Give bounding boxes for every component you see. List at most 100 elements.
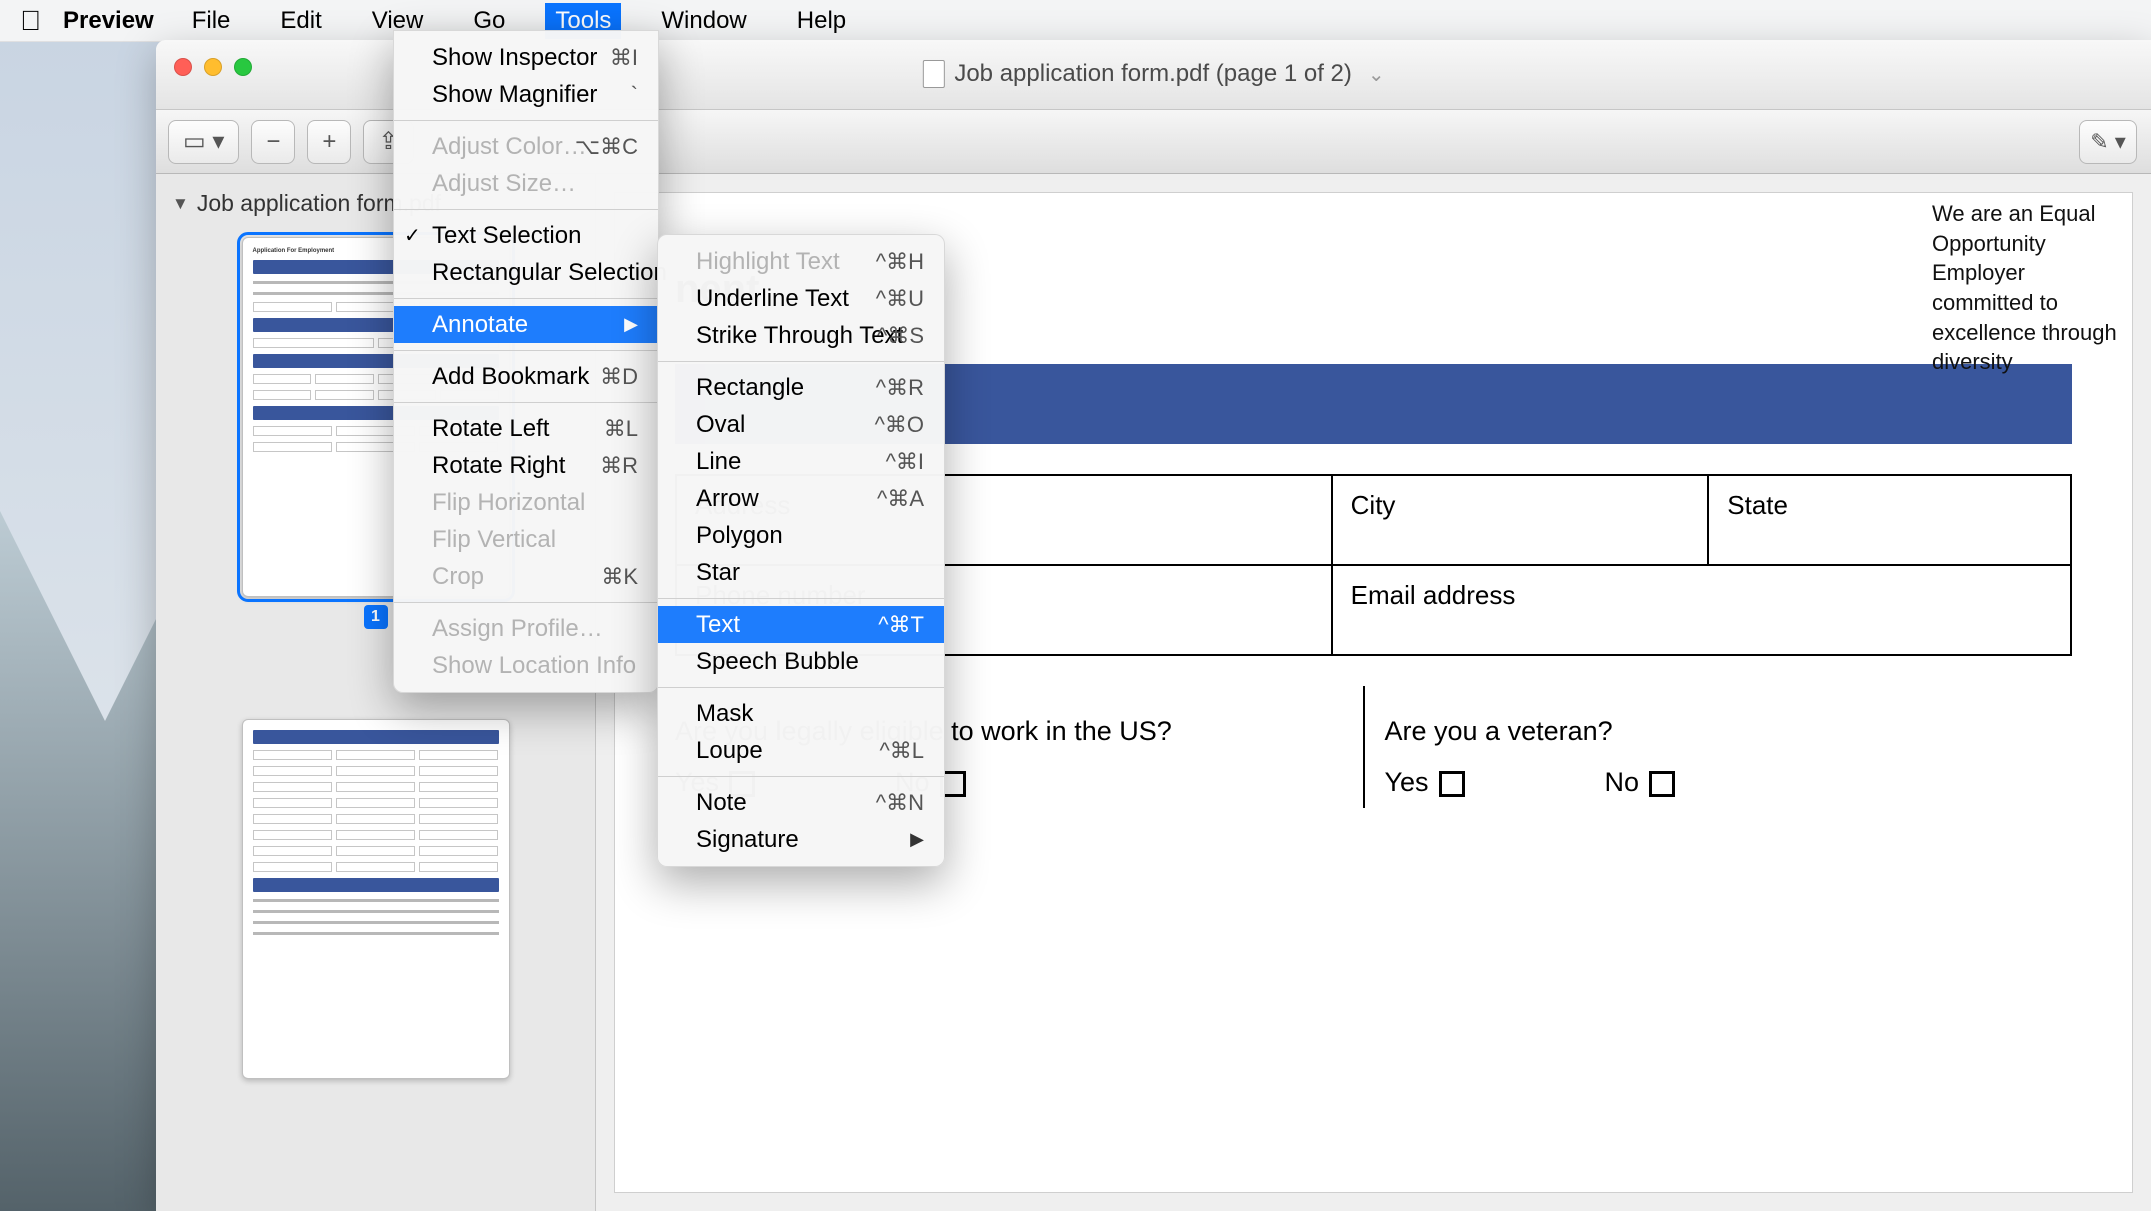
close-button[interactable] xyxy=(174,58,192,76)
menu-item-label: Line xyxy=(696,448,741,476)
submenu-arrow-icon: ▶ xyxy=(624,314,638,335)
annotate-menu-item-oval[interactable]: Oval ^⌘O xyxy=(658,406,944,443)
minimize-button[interactable] xyxy=(204,58,222,76)
menu-item-label: Crop xyxy=(432,563,484,591)
shortcut-label: ^⌘H xyxy=(876,249,924,275)
app-name[interactable]: Preview xyxy=(63,7,154,35)
menu-item-label: Add Bookmark xyxy=(432,363,589,391)
window-title[interactable]: Job application form.pdf (page 1 of 2) ⌄ xyxy=(922,60,1384,88)
shortcut-label: ^⌘A xyxy=(877,486,924,512)
menu-item-label: Assign Profile… xyxy=(432,615,603,643)
menu-item-label: Mask xyxy=(696,700,753,728)
annotate-menu-item-speech-bubble[interactable]: Speech Bubble xyxy=(658,643,944,680)
shortcut-label: ⌥⌘C xyxy=(575,134,638,160)
window-title-text: Job application form.pdf (page 1 of 2) xyxy=(954,60,1352,88)
tools-menu: Show Inspector ⌘I Show Magnifier ` Adjust Co… xyxy=(393,30,659,693)
shortcut-label: ⌘K xyxy=(601,564,638,590)
menu-item-label: Rectangular Selection xyxy=(432,259,667,287)
shortcut-label: ^⌘S xyxy=(877,323,924,349)
annotate-menu-item-arrow[interactable]: Arrow ^⌘A xyxy=(658,480,944,517)
shortcut-label: ⌘R xyxy=(600,453,638,479)
annotate-menu-item-text[interactable]: Text ^⌘T xyxy=(658,606,944,643)
page-badge-1: 1 xyxy=(364,605,388,629)
menu-item-label: Highlight Text xyxy=(696,248,840,276)
menu-item-label: Arrow xyxy=(696,485,759,513)
page-thumbnail-2[interactable] xyxy=(242,719,510,1079)
tools-menu-item-show-magnifier[interactable]: Show Magnifier ` xyxy=(394,76,658,113)
tools-menu-item-annotate[interactable]: Annotate ▶ xyxy=(394,306,658,343)
menu-item-label: Rotate Right xyxy=(432,452,565,480)
menubar-item-file[interactable]: File xyxy=(182,3,241,39)
menu-item-label: Annotate xyxy=(432,311,528,339)
menu-item-label: Rotate Left xyxy=(432,415,549,443)
menu-item-label: Text xyxy=(696,611,740,639)
shortcut-label: ⌘L xyxy=(604,416,638,442)
markup-toolbar-button[interactable]: ✎ ▾ xyxy=(2079,120,2137,164)
shortcut-label: ⌘D xyxy=(600,364,638,390)
traffic-lights xyxy=(174,58,252,76)
menu-item-label: Underline Text xyxy=(696,285,849,313)
shortcut-label: ⌘I xyxy=(610,45,638,71)
shortcut-label: ^⌘T xyxy=(878,612,924,638)
apple-menu-icon[interactable]:  xyxy=(20,5,41,37)
eql-opportunity-text: We are an Equal Opportunity Employer com… xyxy=(1932,199,2132,377)
annotate-menu-item-star[interactable]: Star xyxy=(658,554,944,591)
tools-menu-item-assign-profile: Assign Profile… xyxy=(394,610,658,647)
tools-menu-item-rectangular-selection[interactable]: Rectangular Selection xyxy=(394,254,658,291)
tools-menu-item-crop: Crop ⌘K xyxy=(394,558,658,595)
checkbox-veteran-no[interactable] xyxy=(1649,771,1675,797)
menu-item-label: Loupe xyxy=(696,737,763,765)
zoom-out-button[interactable]: − xyxy=(251,120,295,164)
shortcut-label: ^⌘N xyxy=(876,790,924,816)
menu-item-label: Show Magnifier xyxy=(432,81,597,109)
shortcut-label: ` xyxy=(631,82,638,108)
annotate-menu-item-rectangle[interactable]: Rectangle ^⌘R xyxy=(658,369,944,406)
tools-menu-item-adjust-size: Adjust Size… xyxy=(394,165,658,202)
field-label-state: State xyxy=(1708,475,2071,565)
tools-menu-item-show-inspector[interactable]: Show Inspector ⌘I xyxy=(394,39,658,76)
menubar-item-window[interactable]: Window xyxy=(651,3,756,39)
field-label-city: City xyxy=(1332,475,1709,565)
menu-item-label: Adjust Color… xyxy=(432,133,587,161)
annotate-menu-item-mask[interactable]: Mask xyxy=(658,695,944,732)
shortcut-label: ^⌘R xyxy=(876,375,924,401)
annotate-menu-item-loupe[interactable]: Loupe^⌘L xyxy=(658,732,944,769)
menu-item-label: Note xyxy=(696,789,747,817)
annotate-menu-item-line[interactable]: Line^⌘I xyxy=(658,443,944,480)
menubar-item-help[interactable]: Help xyxy=(787,3,856,39)
disclosure-triangle-icon[interactable]: ▼ xyxy=(172,194,189,214)
macos-menubar:  Preview File Edit View Go Tools Window… xyxy=(0,0,2151,42)
document-icon xyxy=(922,60,944,88)
field-label-email: Email address xyxy=(1332,565,2071,655)
menu-item-label: Star xyxy=(696,559,740,587)
menubar-item-edit[interactable]: Edit xyxy=(270,3,331,39)
menu-item-label: Show Inspector xyxy=(432,44,597,72)
menu-item-label: Show Location Info xyxy=(432,652,636,680)
tools-menu-item-rotate-right[interactable]: Rotate Right ⌘R xyxy=(394,447,658,484)
annotate-menu-item-underline-text[interactable]: Underline Text^⌘U xyxy=(658,280,944,317)
menu-item-label: Oval xyxy=(696,411,745,439)
annotate-menu-item-signature[interactable]: Signature▶ xyxy=(658,821,944,858)
checkbox-veteran-yes[interactable] xyxy=(1439,771,1465,797)
title-chevron-icon[interactable]: ⌄ xyxy=(1368,62,1385,87)
zoom-in-button[interactable]: + xyxy=(307,120,351,164)
tools-menu-item-add-bookmark[interactable]: Add Bookmark ⌘D xyxy=(394,358,658,395)
menu-item-label: Speech Bubble xyxy=(696,648,859,676)
menu-item-label: Strike Through Text xyxy=(696,322,903,350)
annotate-menu-item-polygon[interactable]: Polygon xyxy=(658,517,944,554)
tools-menu-item-text-selection[interactable]: ✓Text Selection xyxy=(394,217,658,254)
label-no: No xyxy=(1605,767,1640,797)
annotate-menu-item-strike-through-text[interactable]: Strike Through Text^⌘S xyxy=(658,317,944,354)
tools-menu-item-rotate-left[interactable]: Rotate Left ⌘L xyxy=(394,410,658,447)
annotate-menu-item-note[interactable]: Note ^⌘N xyxy=(658,784,944,821)
submenu-arrow-icon: ▶ xyxy=(910,829,924,850)
tools-menu-item-flip-vertical: Flip Vertical xyxy=(394,521,658,558)
menu-item-label: Text Selection xyxy=(432,222,581,250)
fullscreen-button[interactable] xyxy=(234,58,252,76)
annotate-submenu: Highlight Text^⌘HUnderline Text^⌘UStrike… xyxy=(657,234,945,867)
view-mode-button[interactable]: ▭ ▾ xyxy=(168,120,239,164)
shortcut-label: ^⌘O xyxy=(875,412,924,438)
tools-menu-item-show-location-info: Show Location Info xyxy=(394,647,658,684)
menu-item-label: Rectangle xyxy=(696,374,804,402)
annotate-menu-item-highlight-text: Highlight Text ^⌘H xyxy=(658,243,944,280)
